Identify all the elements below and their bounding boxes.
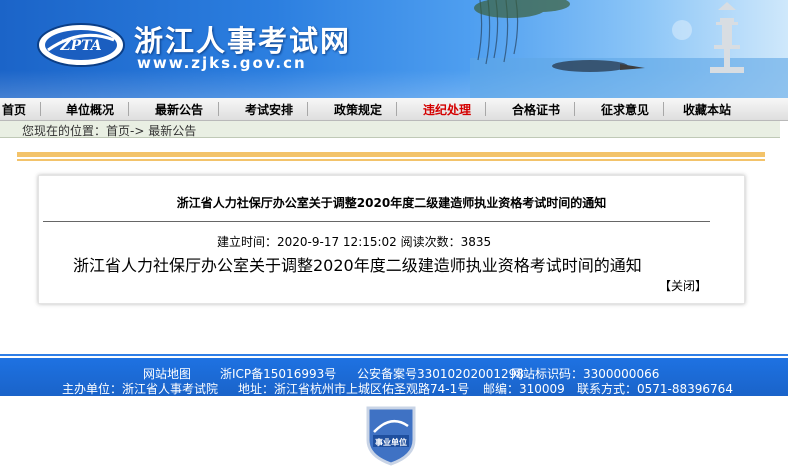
announcement-body: 浙江省人力社保厅办公室关于调整2020年度二级建造师执业资格考试时间的通知 <box>73 256 642 275</box>
breadcrumb-text[interactable]: 您现在的位置：首页-> 最新公告 <box>22 122 196 139</box>
footer-host: 主办单位：浙江省人事考试院 <box>62 382 219 396</box>
nav-divider <box>218 102 219 116</box>
footer-contact: 联系方式：0571-88396764 <box>577 382 733 396</box>
public-institution-badge-icon[interactable]: 事业单位 <box>364 404 418 466</box>
announcement-panel: 浙江省人力社保厅办公室关于调整2020年度二级建造师执业资格考试时间的通知 建立… <box>38 175 745 304</box>
nav-item-policy[interactable]: 政策规定 <box>334 101 382 118</box>
zpta-logo-icon[interactable]: ZPTA <box>36 22 126 68</box>
badge-text: 事业单位 <box>375 437 407 447</box>
nav-item-feedback[interactable]: 征求意见 <box>601 101 649 118</box>
nav-item-bookmark[interactable]: 收藏本站 <box>683 101 731 118</box>
nav-divider <box>40 102 41 116</box>
nav-item-home[interactable]: 首页 <box>2 101 26 118</box>
nav-item-discipline[interactable]: 违纪处理 <box>423 101 471 118</box>
nav-divider <box>574 102 575 116</box>
title-divider <box>43 221 710 222</box>
lake-scenery-image <box>470 0 788 98</box>
nav-item-certificate[interactable]: 合格证书 <box>512 101 560 118</box>
accent-bar-thin <box>17 159 765 161</box>
main-nav: 首页 单位概况 最新公告 考试安排 政策规定 违纪处理 合格证书 征求意见 收藏… <box>0 98 788 121</box>
nav-item-news[interactable]: 最新公告 <box>155 101 203 118</box>
nav-divider <box>396 102 397 116</box>
site-banner: ZPTA 浙江人事考试网 www.zjks.gov.cn <box>0 0 788 98</box>
nav-divider <box>307 102 308 116</box>
footer-postcode: 邮编：310009 <box>483 382 565 396</box>
site-url: www.zjks.gov.cn <box>137 54 307 72</box>
footer-top-line <box>0 354 788 356</box>
accent-bar <box>17 152 765 157</box>
logo-text: ZPTA <box>59 38 101 54</box>
site-footer: 网站地图 浙ICP备15016993号 公安备案号33010202001298 … <box>0 358 788 396</box>
nav-item-about[interactable]: 单位概况 <box>66 101 114 118</box>
nav-item-schedule[interactable]: 考试安排 <box>245 101 293 118</box>
nav-divider <box>663 102 664 116</box>
nav-divider <box>485 102 486 116</box>
nav-divider <box>128 102 129 116</box>
breadcrumb: 您现在的位置：首页-> 最新公告 <box>0 121 780 138</box>
announcement-meta: 建立时间：2020-9-17 12:15:02 阅读次数：3835 <box>217 235 492 249</box>
announcement-title: 浙江省人力社保厅办公室关于调整2020年度二级建造师执业资格考试时间的通知 <box>176 196 607 210</box>
footer-address: 地址：浙江省杭州市上城区佑圣观路74-1号 <box>238 382 470 396</box>
close-link[interactable]: 【关闭】 <box>659 277 707 294</box>
